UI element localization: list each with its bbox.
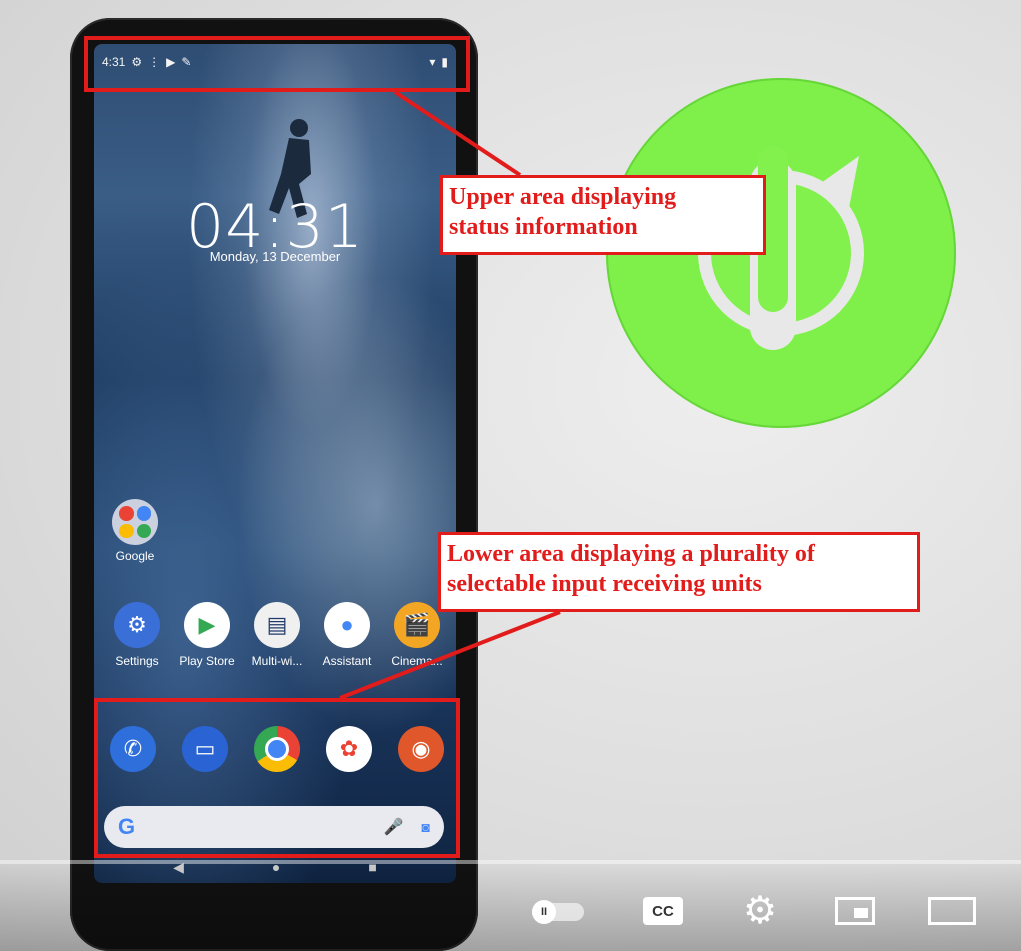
callout-line: Upper area displaying xyxy=(449,184,677,210)
callout-connectors xyxy=(339,90,561,700)
settings-button[interactable]: ⚙ xyxy=(738,889,782,932)
captions-button[interactable]: CC xyxy=(640,894,686,928)
miniplayer-icon xyxy=(835,897,875,925)
captions-label: CC xyxy=(643,897,683,925)
miniplayer-button[interactable] xyxy=(832,894,878,928)
toggle-icon: II xyxy=(532,900,584,924)
callout-line: Lower area displaying a plurality of xyxy=(447,541,815,567)
theater-button[interactable] xyxy=(926,894,978,928)
callout-line: selectable input receiving units xyxy=(447,571,762,597)
lower-area-callout: Lower area displaying a plurality of sel… xyxy=(438,532,920,612)
progress-bar[interactable] xyxy=(0,860,1021,864)
autoplay-toggle[interactable]: II xyxy=(528,898,588,926)
gear-icon: ⚙ xyxy=(742,889,778,932)
theater-icon xyxy=(928,897,976,925)
video-frame[interactable]: 4:31 ⚙ ⋮ ▶ ✎ ▾ ▮ 04:31 Monday, 13 Decemb… xyxy=(0,0,1021,951)
upper-area-callout: Upper area displaying status information xyxy=(440,175,766,255)
callout-line: status information xyxy=(449,214,638,240)
